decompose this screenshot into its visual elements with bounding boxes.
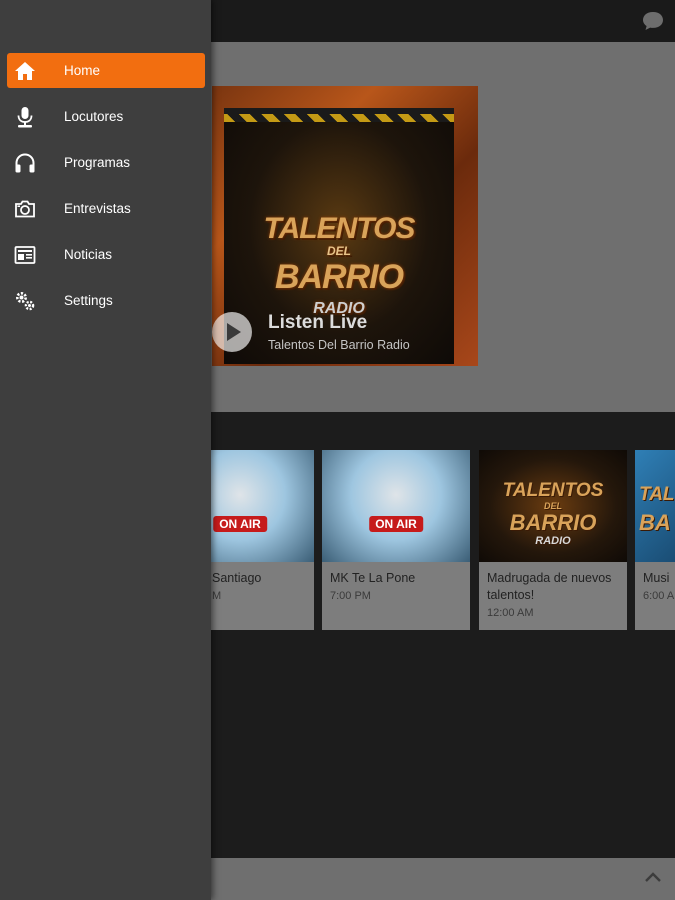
- gears-icon: [16, 292, 35, 311]
- logo-word-del: DEL: [327, 244, 351, 258]
- program-title: Santiago: [212, 571, 262, 585]
- on-air-badge: ON AIR: [369, 516, 423, 532]
- nav-item-locutores[interactable]: Locutores: [7, 99, 205, 134]
- nav-label: Entrevistas: [64, 201, 131, 216]
- logo-word-talentos: TALENTOS: [639, 484, 675, 505]
- on-air-badge: ON AIR: [213, 516, 267, 532]
- nav-label: Noticias: [64, 247, 113, 262]
- nav-label: Programas: [64, 155, 131, 170]
- program-time: 7:00 PM: [330, 590, 371, 602]
- program-time: 6:00 A: [643, 590, 675, 602]
- camera-icon: [15, 200, 35, 218]
- chat-bubble-icon[interactable]: [641, 10, 665, 32]
- chevron-up-icon[interactable]: [643, 870, 663, 884]
- nav-item-noticias[interactable]: Noticias: [7, 237, 205, 272]
- program-title: Madrugada de nuevos talentos!: [487, 571, 612, 602]
- logo-word-barrio: BARRIO: [274, 258, 404, 296]
- program-card[interactable]: ON AIR MK Te La Pone 7:00 PM: [322, 450, 470, 630]
- logo-word-barrio: BA: [639, 510, 671, 535]
- nav-item-home[interactable]: Home: [7, 53, 205, 88]
- nav-item-settings[interactable]: Settings: [7, 283, 205, 318]
- logo-word-talentos: TALENTOS: [502, 480, 604, 501]
- program-time: 12:00 AM: [487, 607, 534, 619]
- nav-item-entrevistas[interactable]: Entrevistas: [7, 191, 205, 226]
- program-title: Musi: [643, 571, 670, 585]
- program-card[interactable]: TALENTOS BA Musi 6:00 A: [635, 450, 675, 630]
- program-artwork: TALENTOS BA: [635, 450, 675, 562]
- play-button[interactable]: [212, 312, 252, 352]
- program-card[interactable]: TALENTOS DEL BARRIO RADIO Madrugada de n…: [479, 450, 627, 630]
- station-name: Talentos Del Barrio Radio: [268, 338, 410, 352]
- logo-word-radio: RADIO: [535, 535, 571, 547]
- logo-word-talentos: TALENTOS: [263, 212, 416, 245]
- microphone-icon: [17, 107, 33, 128]
- program-artwork: ON AIR: [322, 450, 470, 562]
- listen-live-title: Listen Live: [268, 312, 368, 333]
- hazard-stripe: [224, 114, 454, 122]
- nav-label: Locutores: [64, 109, 124, 124]
- logo-word-barrio: BARRIO: [509, 510, 597, 535]
- nav-item-programas[interactable]: Programas: [7, 145, 205, 180]
- program-title: MK Te La Pone: [330, 571, 416, 585]
- program-time: M: [212, 590, 222, 602]
- program-artwork: TALENTOS DEL BARRIO RADIO: [479, 450, 627, 562]
- headphones-icon: [15, 153, 35, 173]
- nav-label: Settings: [64, 293, 113, 308]
- newspaper-icon: [14, 246, 36, 264]
- navigation-drawer: Home Locutores Programas Entrevistas Not…: [0, 0, 211, 900]
- station-artwork[interactable]: TALENTOS DEL BARRIO RADIO Listen Live Ta…: [212, 86, 478, 366]
- home-icon: [15, 62, 35, 80]
- nav-label: Home: [64, 63, 101, 78]
